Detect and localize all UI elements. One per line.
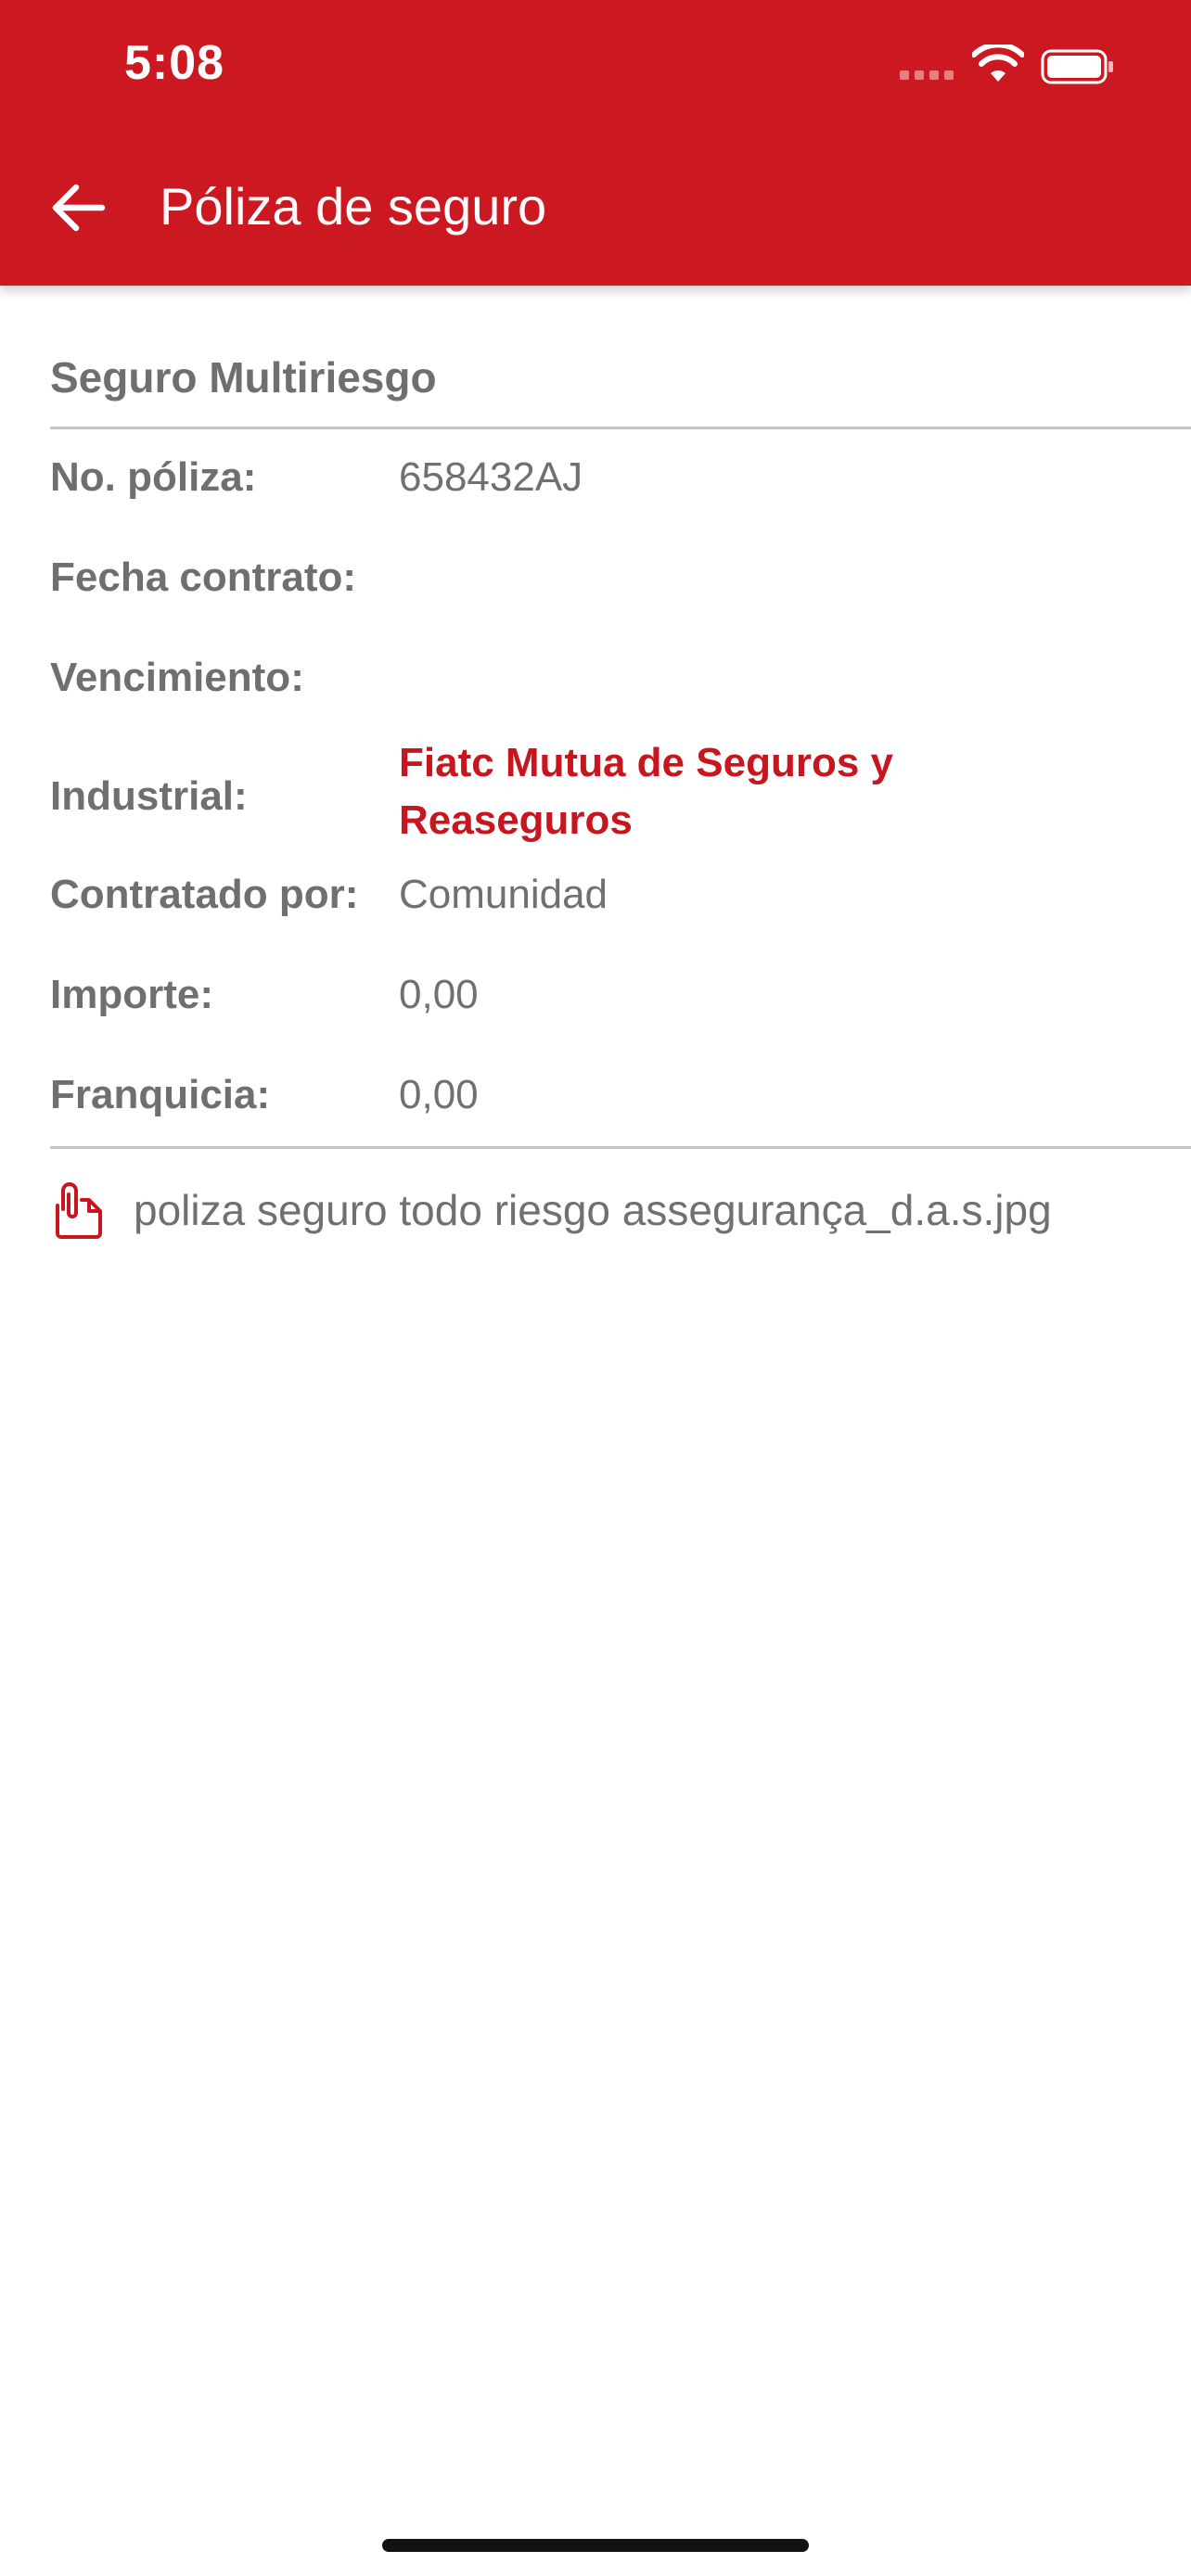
industrial-link[interactable]: Fiatc Mutua de Seguros y Reaseguros <box>399 734 1067 849</box>
divider <box>50 427 1191 429</box>
cellular-signal-icon <box>900 61 959 80</box>
field-value: 658432AJ <box>399 454 583 500</box>
arrow-left-icon <box>52 184 106 232</box>
screen: 5:08 Póliza de seguro Seguro Multiriesgo… <box>0 0 1191 2576</box>
home-indicator[interactable] <box>382 2539 809 2552</box>
field-label: Vencimiento: <box>50 655 304 700</box>
battery-icon <box>1041 49 1113 84</box>
field-value: 0,00 <box>399 1072 479 1117</box>
attachment-file-name: poliza seguro todo riesgo assegurança_d.… <box>134 1186 1052 1234</box>
field-label: Franquicia: <box>50 1072 271 1117</box>
status-time: 5:08 <box>124 36 225 90</box>
divider <box>50 1146 1191 1149</box>
field-label: Fecha contrato: <box>50 555 357 600</box>
field-label: Importe: <box>50 972 213 1017</box>
field-value: 0,00 <box>399 972 479 1017</box>
page-title: Póliza de seguro <box>160 177 547 236</box>
field-value: Comunidad <box>399 872 608 917</box>
field-label: No. póliza: <box>50 454 257 500</box>
field-label: Industrial: <box>50 773 248 819</box>
attachment-item[interactable]: poliza seguro todo riesgo assegurança_d.… <box>50 1181 1191 1274</box>
wifi-icon <box>972 45 1024 82</box>
paperclip-document-icon <box>56 1182 102 1239</box>
section-title: Seguro Multiriesgo <box>50 353 437 402</box>
field-label: Contratado por: <box>50 872 359 917</box>
back-button[interactable] <box>43 172 113 243</box>
app-header: 5:08 Póliza de seguro <box>0 0 1191 286</box>
